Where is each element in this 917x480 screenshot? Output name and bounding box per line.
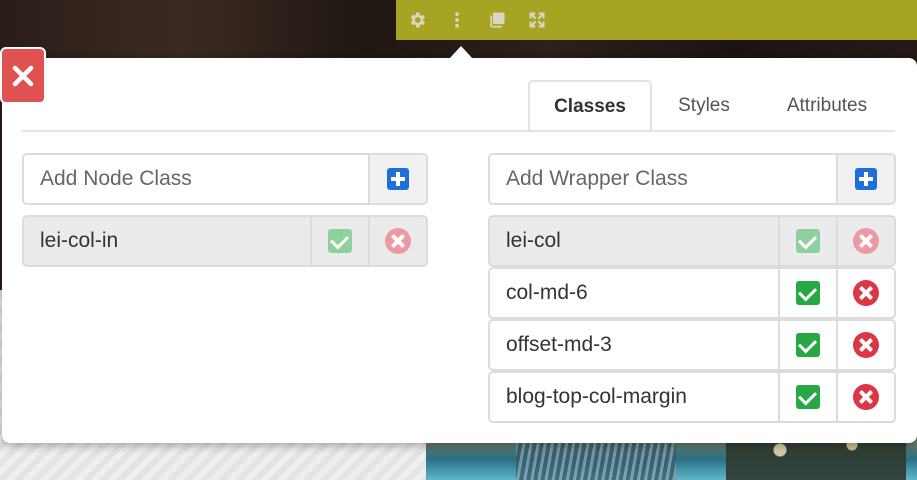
more-vertical-icon[interactable] bbox=[446, 9, 468, 31]
remove-icon bbox=[853, 384, 879, 410]
close-button[interactable] bbox=[0, 47, 46, 104]
class-name: offset-md-3 bbox=[506, 333, 612, 356]
add-wrapper-class-button[interactable] bbox=[836, 155, 894, 203]
wrapper-class-input[interactable] bbox=[490, 155, 836, 203]
close-icon bbox=[12, 65, 34, 86]
check-icon bbox=[796, 385, 820, 409]
expand-icon[interactable] bbox=[526, 9, 548, 31]
class-name: col-md-6 bbox=[506, 281, 588, 304]
node-class-input-group bbox=[22, 153, 428, 205]
enable-class-button[interactable] bbox=[778, 373, 836, 421]
remove-class-button[interactable] bbox=[836, 217, 894, 265]
plus-icon bbox=[855, 168, 877, 190]
tab-bar: Classes Styles Attributes bbox=[528, 80, 898, 131]
wrapper-class-row: col-md-6 bbox=[488, 267, 896, 319]
tab-classes[interactable]: Classes bbox=[528, 80, 652, 131]
enable-class-button[interactable] bbox=[778, 269, 836, 317]
tab-styles[interactable]: Styles bbox=[652, 80, 756, 131]
remove-icon bbox=[853, 280, 879, 306]
class-name: blog-top-col-margin bbox=[506, 385, 687, 408]
plus-icon bbox=[387, 168, 409, 190]
enable-class-button[interactable] bbox=[778, 321, 836, 369]
class-name: lei-col bbox=[506, 229, 561, 252]
tab-attributes[interactable]: Attributes bbox=[756, 80, 898, 131]
wrapper-class-input-group bbox=[488, 153, 896, 205]
remove-class-button[interactable] bbox=[836, 269, 894, 317]
wrapper-class-row: blog-top-col-margin bbox=[488, 371, 896, 423]
remove-icon bbox=[853, 332, 879, 358]
remove-icon bbox=[853, 228, 879, 254]
remove-icon bbox=[385, 228, 411, 254]
add-node-class-button[interactable] bbox=[368, 155, 426, 203]
remove-class-button[interactable] bbox=[368, 217, 426, 265]
popover-arrow bbox=[449, 46, 473, 59]
wrapper-class-row: offset-md-3 bbox=[488, 319, 896, 371]
remove-class-button[interactable] bbox=[836, 321, 894, 369]
gear-icon[interactable] bbox=[406, 9, 428, 31]
check-icon bbox=[796, 229, 820, 253]
enable-class-button[interactable] bbox=[310, 217, 368, 265]
enable-class-button[interactable] bbox=[778, 217, 836, 265]
node-class-input[interactable] bbox=[24, 155, 368, 203]
element-toolbar bbox=[396, 0, 917, 40]
remove-class-button[interactable] bbox=[836, 373, 894, 421]
check-icon bbox=[796, 333, 820, 357]
class-name: lei-col-in bbox=[40, 229, 119, 252]
wrapper-class-row: lei-col bbox=[488, 215, 896, 267]
check-icon bbox=[796, 281, 820, 305]
node-class-row: lei-col-in bbox=[22, 215, 428, 267]
check-icon bbox=[328, 229, 352, 253]
tab-divider bbox=[22, 130, 895, 132]
copy-icon[interactable] bbox=[486, 9, 508, 31]
